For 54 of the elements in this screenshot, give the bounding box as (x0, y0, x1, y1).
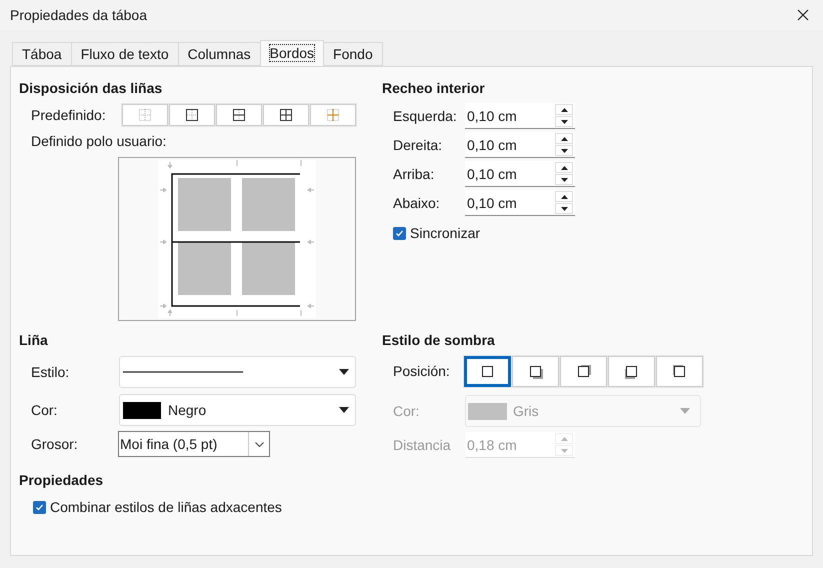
section-heading: Propiedades (19, 471, 104, 490)
section-heading: Estilo de sombra (382, 331, 496, 350)
section-heading: Recheo interior (382, 79, 486, 98)
field-label: Estilo: (31, 362, 70, 382)
spin-field[interactable]: 0,10 cm (465, 161, 575, 187)
preset-button[interactable] (169, 104, 215, 126)
field-label: Dereita: (393, 136, 444, 154)
dotted-grid-icon (139, 109, 151, 121)
close-button[interactable] (795, 7, 811, 23)
square-icon (480, 364, 496, 380)
checkbox[interactable]: Sincronizar (393, 223, 575, 244)
grid-icon (280, 109, 292, 121)
spin-field[interactable]: 0,10 cm (465, 190, 575, 216)
field-label: Esquerda: (393, 106, 458, 126)
caret-icon (339, 369, 349, 375)
spin-field[interactable]: 0,10 cm (465, 103, 575, 129)
cross-icon (327, 109, 339, 121)
caret-icon (339, 407, 349, 413)
field-label: Cor: (31, 400, 58, 420)
checkmark-icon (35, 503, 44, 512)
tab[interactable]: Columnas (178, 42, 261, 66)
field-label: Arriba: (393, 164, 436, 184)
checkbox[interactable]: Combinar estilos de liñas adxacentes (33, 497, 382, 518)
tab[interactable]: Táboa (12, 42, 72, 66)
shadow-position-button[interactable] (464, 356, 511, 387)
spin-field[interactable]: 0,10 cm (465, 132, 575, 158)
field-label: Predefinido: (31, 106, 107, 124)
field-label: Definido polo usuario: (31, 132, 168, 151)
field-label: Distancia (393, 436, 452, 454)
field-label: Posición: (393, 362, 451, 381)
field-label: Cor: (393, 402, 420, 420)
section-heading: Disposición das liñas (19, 79, 164, 98)
solid-line-icon (123, 371, 243, 373)
chevron-down-icon (254, 442, 264, 446)
shadowed-square-icon (576, 364, 592, 380)
field-label: Grosor: (31, 434, 79, 454)
preset-button[interactable] (216, 104, 262, 126)
window-title: Propiedades da táboa (10, 6, 147, 25)
preset-button[interactable] (263, 104, 309, 126)
color-dropdown[interactable]: Negro (119, 394, 356, 426)
shadowed-square-icon (624, 364, 640, 380)
field-label: Abaixo: (393, 194, 441, 212)
shadowed-square-icon (528, 364, 544, 380)
close-icon (797, 9, 809, 21)
line-width-dropdown[interactable]: Moi fina (0,5 pt) (118, 431, 270, 457)
tab[interactable]: Bordos (260, 40, 324, 66)
border-preview[interactable] (118, 157, 356, 321)
box-icon (186, 109, 198, 121)
caret-icon (680, 408, 690, 414)
section-heading: Liña (19, 331, 49, 350)
shadowed-square-icon (672, 364, 688, 380)
tab[interactable]: Fondo (323, 42, 383, 66)
checkmark-icon (395, 229, 404, 238)
tab[interactable]: Fluxo de texto (70, 42, 179, 66)
